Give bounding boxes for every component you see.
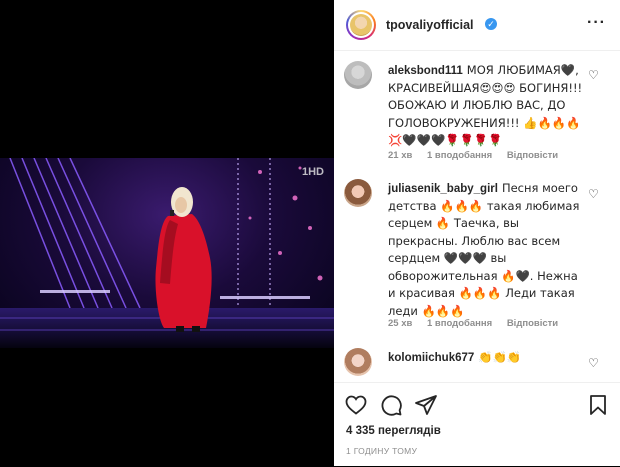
comment-content: 👏👏👏 (478, 350, 522, 364)
stage-scene (0, 158, 334, 348)
view-count[interactable]: 4 335 переглядів (346, 425, 441, 437)
post-side-panel: tpovaliyofficial ✓ ··· aleksbond111 МОЯ Л… (334, 0, 620, 466)
more-options-icon[interactable]: ··· (587, 14, 606, 32)
commenter-username[interactable]: aleksbond111 (388, 65, 463, 77)
post-header: tpovaliyofficial ✓ ··· (334, 0, 620, 51)
comment-bubble-icon[interactable] (379, 393, 403, 417)
comments-list[interactable]: aleksbond111 МОЯ ЛЮБИМАЯ🖤, КРАСИВЕЙШАЯ😍😍😍… (334, 51, 620, 381)
commenter-avatar[interactable] (344, 61, 372, 89)
singer-figure (155, 187, 212, 332)
like-comment-heart-icon[interactable]: ♡ (588, 356, 600, 370)
comment-time: 25 хв (388, 318, 413, 329)
like-comment-heart-icon[interactable]: ♡ (588, 187, 600, 201)
commenter-avatar[interactable] (344, 348, 372, 376)
like-comment-heart-icon[interactable]: ♡ (588, 68, 600, 82)
comment-likes[interactable]: 1 вподобання (427, 150, 492, 161)
comment-text: aleksbond111 МОЯ ЛЮБИМАЯ🖤, КРАСИВЕЙШАЯ😍😍😍… (388, 62, 583, 150)
commenter-avatar[interactable] (344, 179, 372, 207)
like-heart-icon[interactable] (344, 393, 368, 417)
post-actions: 4 335 переглядів 1 ГОДИНУ ТОМУ (334, 382, 620, 467)
comment-meta: 21 хв 1 вподобання Відповісти (388, 150, 570, 161)
commenter-username[interactable]: juliasenik_baby_girl (388, 183, 498, 195)
reply-button[interactable]: Відповісти (507, 318, 558, 329)
comment-time: 21 хв (388, 150, 413, 161)
reply-button[interactable]: Відповісти (507, 150, 558, 161)
comment-text: juliasenik_baby_girl Песня моего детства … (388, 180, 583, 320)
verified-badge-icon: ✓ (485, 18, 497, 30)
video-frame[interactable]: 1HD (0, 158, 334, 348)
save-bookmark-icon[interactable] (586, 393, 610, 417)
author-avatar[interactable] (346, 10, 376, 40)
comment-likes[interactable]: 1 вподобання (427, 318, 492, 329)
commenter-username[interactable]: kolomiichuk677 (388, 352, 474, 364)
comment-text: kolomiichuk677 👏👏👏 (388, 349, 583, 367)
post-timestamp[interactable]: 1 ГОДИНУ ТОМУ (346, 446, 417, 456)
share-send-icon[interactable] (414, 393, 438, 417)
post-media: 1HD (0, 0, 334, 466)
comment-content: Песня моего детства 🔥🔥🔥 такая любимая се… (388, 181, 580, 318)
author-username[interactable]: tpovaliyofficial (386, 18, 474, 32)
channel-logo: 1HD (301, 166, 324, 178)
comment-meta: 25 хв 1 вподобання Відповісти (388, 318, 570, 329)
